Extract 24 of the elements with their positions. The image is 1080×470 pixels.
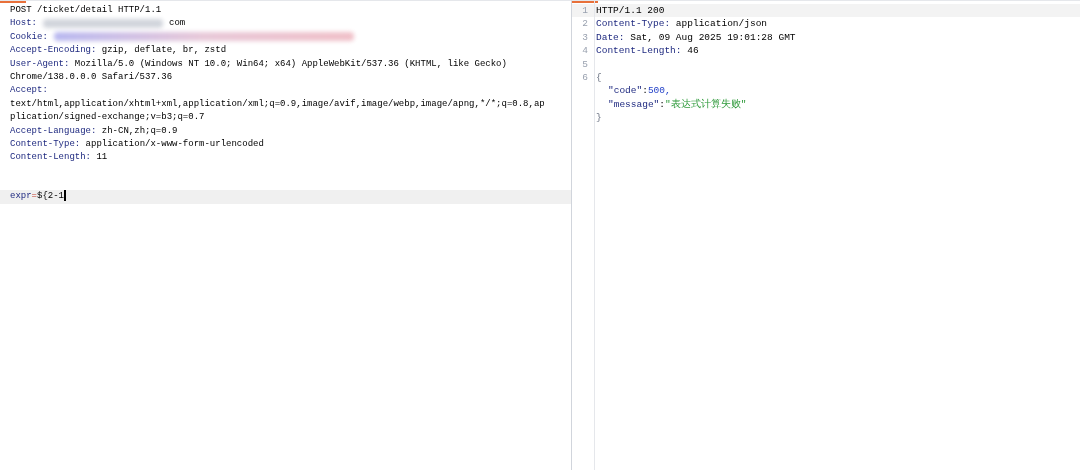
header-value: com <box>169 18 186 29</box>
header-line: Cookie: <box>10 31 48 42</box>
line-number: 5 <box>582 58 588 70</box>
line-number: 1 <box>582 5 588 16</box>
json-brace: { <box>596 72 602 84</box>
status-line: HTTP/1.1 200 <box>596 5 665 16</box>
request-line: POST /ticket/detail HTTP/1.1 <box>10 5 162 15</box>
line-number: 4 <box>582 45 588 57</box>
header-line: Content-Length: 46 <box>596 45 699 57</box>
header-line: Host: <box>10 18 37 29</box>
line-number: 6 <box>582 72 588 84</box>
header-line: Content-Type: application/x-www-form-urlencoded <box>10 138 265 152</box>
json-line: "message":"表达式计算失败" <box>608 98 747 110</box>
header-line: Content-Type: application/json <box>596 18 768 30</box>
header-line: Date: Sat, 09 Aug 2025 19:01:28 GMT <box>596 31 796 43</box>
header-line: Content-Length: 11 <box>10 151 109 165</box>
json-line: "code":500, <box>608 85 671 97</box>
body-line: expr=${2-1 <box>10 191 65 202</box>
header-line: Accept-Encoding: gzip, deflate, br, zstd <box>10 44 228 58</box>
header-line: Accept-Language: zh-CN,zh;q=0.9 <box>10 124 179 138</box>
line-number: 2 <box>582 18 588 30</box>
header-line: User-Agent: Mozilla/5.0 (Windows NT 10.0; Win64; x64) AppleWebKit/537.36 (KHTML, like Gecko) Chrome/138.0.0.0 Safari/537.36 <box>10 57 508 85</box>
line-number: 3 <box>582 31 588 43</box>
json-brace: } <box>596 112 602 124</box>
